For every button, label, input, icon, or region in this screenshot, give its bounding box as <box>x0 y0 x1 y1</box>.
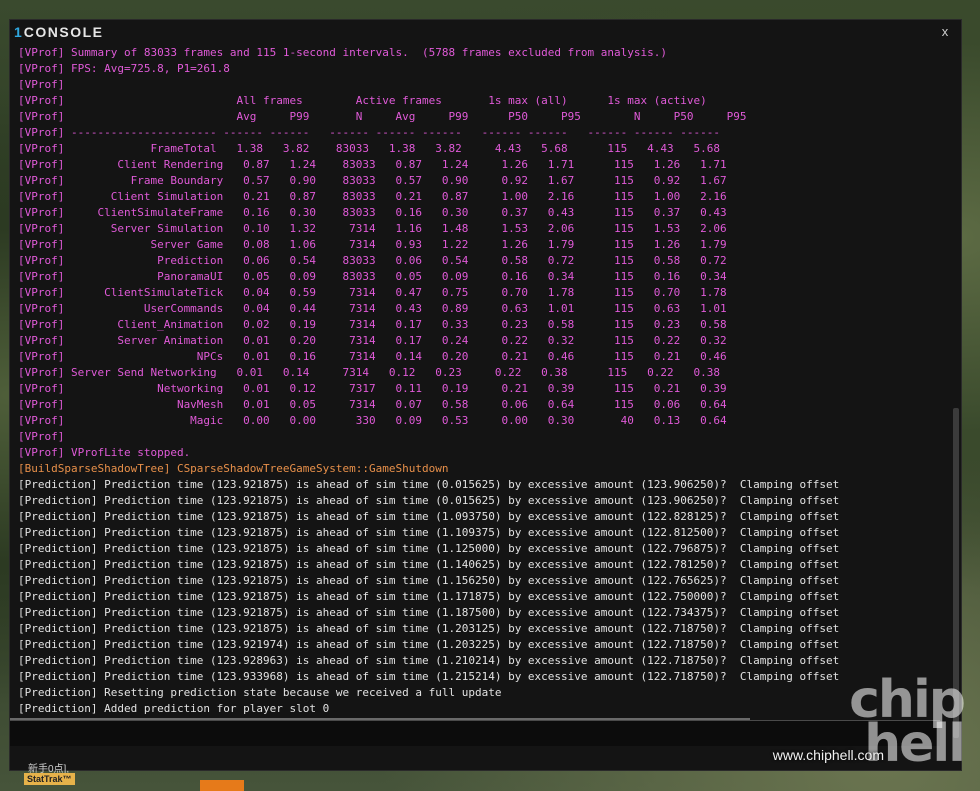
console-line: [VProf] Summary of 83033 frames and 115 … <box>18 46 668 59</box>
console-line: [VProf] NPCs 0.01 0.16 7314 0.14 0.20 0.… <box>18 350 727 363</box>
console-line: [VProf] VProfLite stopped. <box>18 446 191 459</box>
console-line: [VProf] Networking 0.01 0.12 7317 0.11 0… <box>18 382 727 395</box>
console-window: 1 CONSOLE x [VProf] Summary of 83033 fra… <box>9 19 962 771</box>
console-line: [VProf] Server Game 0.08 1.06 7314 0.93 … <box>18 238 727 251</box>
close-button[interactable]: x <box>937 24 953 39</box>
console-line: [VProf] NavMesh 0.01 0.05 7314 0.07 0.58… <box>18 398 727 411</box>
console-line: [VProf] FrameTotal 1.38 3.82 83033 1.38 … <box>18 142 720 155</box>
console-line: [Prediction] Resetting prediction state … <box>18 686 502 699</box>
console-line: [VProf] Client Simulation 0.21 0.87 8303… <box>18 190 727 203</box>
console-input-row[interactable] <box>10 720 940 746</box>
console-line: [Prediction] Prediction time (123.921875… <box>18 478 840 491</box>
console-line: [Prediction] Prediction time (123.921974… <box>18 638 840 651</box>
console-line: [Prediction] Prediction time (123.921875… <box>18 542 840 555</box>
watermark-url: www.chiphell.com <box>772 747 884 763</box>
hud-orange-indicator <box>200 780 244 791</box>
console-line: [VProf] FPS: Avg=725.8, P1=261.8 <box>18 62 230 75</box>
console-line: [VProf] Magic 0.00 0.00 330 0.09 0.53 0.… <box>18 414 727 427</box>
console-line: [VProf] PanoramaUI 0.05 0.09 83033 0.05 … <box>18 270 727 283</box>
console-input[interactable] <box>10 721 940 746</box>
console-line: [Prediction] Prediction time (123.921875… <box>18 526 840 539</box>
hud-weapon-panel: StatTrak™ <box>24 773 75 785</box>
console-line: [VProf] <box>18 430 65 443</box>
console-line: [VProf] Frame Boundary 0.57 0.90 83033 0… <box>18 174 727 187</box>
console-line: [Prediction] Added prediction for player… <box>18 702 330 715</box>
console-line: [VProf] Client Rendering 0.87 1.24 83033… <box>18 158 727 171</box>
console-line: [Prediction] Prediction time (123.921875… <box>18 510 840 523</box>
console-line: [Prediction] Prediction time (123.928963… <box>18 654 840 667</box>
console-line: [VProf] UserCommands 0.04 0.44 7314 0.43… <box>18 302 727 315</box>
console-line: [VProf] <box>18 78 65 91</box>
console-line: [VProf] ---------------------- ------ --… <box>18 126 720 139</box>
console-line: [Prediction] Prediction time (123.921875… <box>18 494 840 507</box>
console-titlebar[interactable]: 1 CONSOLE x <box>10 20 961 44</box>
console-line: [Prediction] Prediction time (123.921875… <box>18 622 840 635</box>
console-line: [VProf] All frames Active frames 1s max … <box>18 94 707 107</box>
console-line: [VProf] Avg P99 N Avg P99 P50 P95 N P50 … <box>18 110 747 123</box>
console-line: [Prediction] Prediction time (123.921875… <box>18 574 840 587</box>
cs-logo-icon: 1 <box>14 24 22 40</box>
console-line: [VProf] Server Simulation 0.10 1.32 7314… <box>18 222 727 235</box>
console-line: [Prediction] Prediction time (123.921875… <box>18 558 840 571</box>
console-output[interactable]: [VProf] Summary of 83033 frames and 115 … <box>18 45 948 735</box>
console-title: CONSOLE <box>23 24 104 40</box>
console-line: [VProf] ClientSimulateTick 0.04 0.59 731… <box>18 286 727 299</box>
console-line: [Prediction] Prediction time (123.921875… <box>18 590 840 603</box>
console-line: [VProf] Server Send Networking 0.01 0.14… <box>18 366 720 379</box>
console-line: [VProf] ClientSimulateFrame 0.16 0.30 83… <box>18 206 727 219</box>
stattrak-badge: StatTrak™ <box>24 773 75 785</box>
console-line: [VProf] Server Animation 0.01 0.20 7314 … <box>18 334 727 347</box>
console-line: [VProf] Prediction 0.06 0.54 83033 0.06 … <box>18 254 727 267</box>
console-line: [BuildSparseShadowTree] CSparseShadowTre… <box>18 462 449 475</box>
console-line: [Prediction] Prediction time (123.921875… <box>18 606 840 619</box>
console-line: [Prediction] Prediction time (123.933968… <box>18 670 840 683</box>
console-line: [VProf] Client_Animation 0.02 0.19 7314 … <box>18 318 727 331</box>
